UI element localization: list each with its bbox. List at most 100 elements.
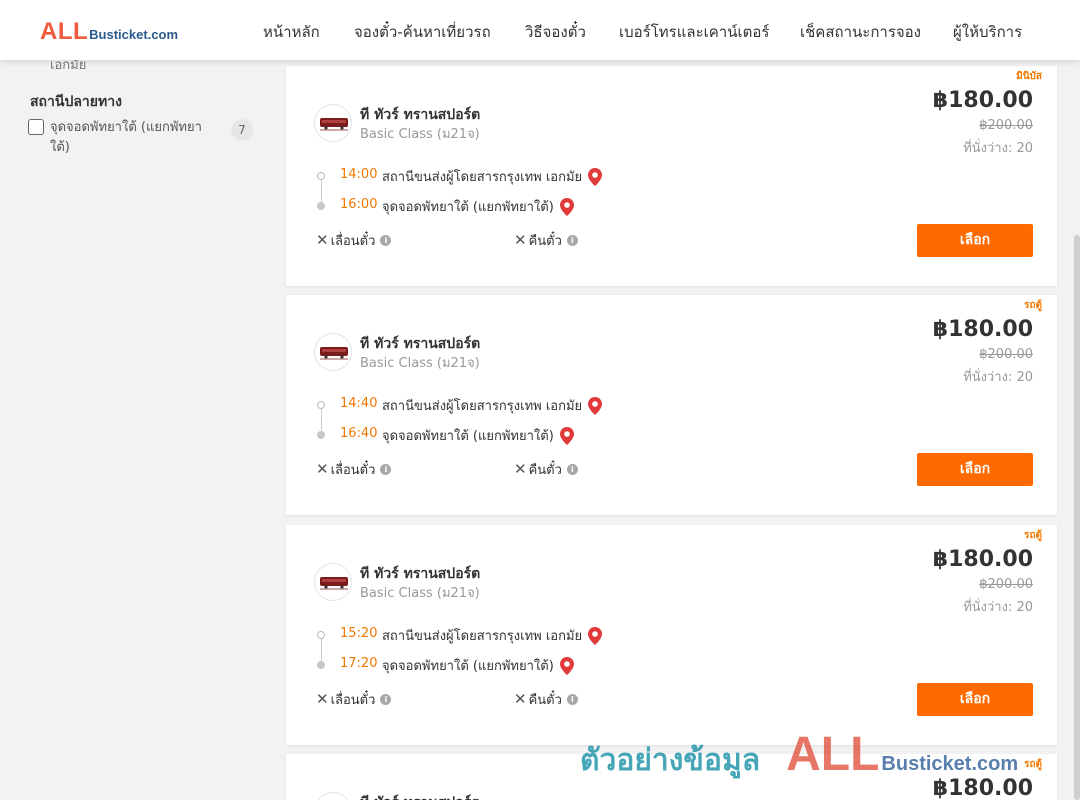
vehicle-type-badge: รถตู้ <box>1024 300 1042 311</box>
timeline-line <box>321 409 322 431</box>
info-icon[interactable]: i <box>566 694 578 705</box>
vehicle-type-badge: รถตู้ <box>1024 530 1042 541</box>
timeline-line <box>321 639 322 661</box>
nav-how-to-book[interactable]: วิธีจองตั๋ว <box>525 20 586 44</box>
map-pin-icon[interactable] <box>588 167 603 186</box>
arrival-time: 16:00 <box>340 197 378 212</box>
watermark-logo-rest: Busticket.com <box>881 753 1019 775</box>
timeline-start-dot <box>317 401 325 409</box>
destination-filter-title: สถานีปลายทาง <box>30 94 122 110</box>
reschedule-label: เลื่อนตั๋ว <box>330 234 376 249</box>
info-icon[interactable]: i <box>380 464 392 475</box>
nav-operators[interactable]: ผู้ให้บริการ <box>953 20 1022 44</box>
ticket-price: ฿180.00 <box>932 88 1033 113</box>
info-icon[interactable]: i <box>380 235 392 246</box>
ticket-price: ฿180.00 <box>932 547 1033 572</box>
refund-option: ✕ คืนตั๋ว i <box>514 689 578 710</box>
sample-watermark: ตัวอย่างข้อมูล ALL Busticket.com <box>580 727 1018 784</box>
timeline-end-dot <box>317 661 325 669</box>
x-icon: ✕ <box>316 460 329 478</box>
map-pin-icon[interactable] <box>559 197 574 216</box>
site-header: ALL Busticket.com หน้าหลัก จองตั๋ว-ค้นหา… <box>0 0 1080 60</box>
destination-filter-label[interactable]: จุดจอดพัทยาใต้ (แยกพัทยาใต้) <box>50 118 220 158</box>
nav-book-ticket[interactable]: จองตั๋ว-ค้นหาเที่ยวรถ <box>354 20 491 44</box>
watermark-text: ตัวอย่างข้อมูล <box>580 743 761 778</box>
ticket-price: ฿180.00 <box>932 317 1033 342</box>
x-icon: ✕ <box>316 690 329 708</box>
timeline-start-dot <box>317 631 325 639</box>
arrival-stop: จุดจอดพัทยาใต้ (แยกพัทยาใต้) <box>382 425 574 446</box>
refund-option: ✕ คืนตั๋ว i <box>514 230 578 251</box>
x-icon: ✕ <box>514 460 527 478</box>
departure-time: 14:40 <box>340 396 378 411</box>
arrival-stop: จุดจอดพัทยาใต้ (แยกพัทยาใต้) <box>382 196 574 217</box>
nav-contact-counter[interactable]: เบอร์โทรและเคาน์เตอร์ <box>619 20 769 44</box>
bus-icon <box>314 563 352 601</box>
watermark-logo-all: ALL <box>786 728 880 781</box>
vehicle-type-badge: มินิบัส <box>1016 71 1042 82</box>
map-pin-icon[interactable] <box>588 396 603 415</box>
destination-filter-count: 7 <box>231 119 253 141</box>
trip-card: มินิบัส ที ทัวร์ ทรานสปอร์ต Basic Class … <box>286 66 1057 286</box>
seats-available: ที่นั่งว่าง: 20 <box>963 141 1033 156</box>
timeline-line <box>321 180 322 202</box>
departure-stop-label: สถานีขนส่งผู้โดยสารกรุงเทพ เอกมัย <box>382 629 583 644</box>
refund-option: ✕ คืนตั๋ว i <box>514 459 578 480</box>
original-price: ฿200.00 <box>979 577 1033 592</box>
page-scrollbar[interactable] <box>1074 235 1080 800</box>
arrival-time: 17:20 <box>340 656 378 671</box>
reschedule-label: เลื่อนตั๋ว <box>330 463 376 478</box>
trip-card: รถตู้ ที ทัวร์ ทรานสปอร์ต Basic Class (ม… <box>286 295 1057 515</box>
timeline-start-dot <box>317 172 325 180</box>
x-icon: ✕ <box>316 231 329 249</box>
seats-available: ที่นั่งว่าง: 20 <box>963 600 1033 615</box>
trip-card: รถตู้ ที ทัวร์ ทรานสปอร์ต Basic Class (ม… <box>286 525 1057 745</box>
operator-name: ที ทัวร์ ทรานสปอร์ต <box>360 792 480 800</box>
refund-label: คืนตั๋ว <box>528 463 562 478</box>
nav-home[interactable]: หน้าหลัก <box>263 20 320 44</box>
refund-label: คืนตั๋ว <box>528 693 562 708</box>
map-pin-icon[interactable] <box>559 426 574 445</box>
reschedule-option: ✕ เลื่อนตั๋ว i <box>316 689 392 710</box>
refund-label: คืนตั๋ว <box>528 234 562 249</box>
select-trip-button[interactable]: เลือก <box>917 453 1033 486</box>
departure-stop: สถานีขนส่งผู้โดยสารกรุงเทพ เอกมัย <box>382 625 603 646</box>
original-price: ฿200.00 <box>979 347 1033 362</box>
bus-icon <box>314 333 352 371</box>
seats-available: ที่นั่งว่าง: 20 <box>963 370 1033 385</box>
info-icon[interactable]: i <box>566 464 578 475</box>
select-trip-button[interactable]: เลือก <box>917 683 1033 716</box>
arrival-stop-label: จุดจอดพัทยาใต้ (แยกพัทยาใต้) <box>382 429 554 444</box>
reschedule-option: ✕ เลื่อนตั๋ว i <box>316 459 392 480</box>
departure-stop: สถานีขนส่งผู้โดยสารกรุงเทพ เอกมัย <box>382 166 603 187</box>
bus-icon <box>314 792 352 800</box>
map-pin-icon[interactable] <box>588 626 603 645</box>
bus-icon <box>314 104 352 142</box>
reschedule-label: เลื่อนตั๋ว <box>330 693 376 708</box>
x-icon: ✕ <box>514 690 527 708</box>
map-pin-icon[interactable] <box>559 656 574 675</box>
bus-class: Basic Class (ม21จ) <box>360 127 480 142</box>
info-icon[interactable]: i <box>566 235 578 246</box>
vehicle-type-badge: รถตู้ <box>1024 759 1042 770</box>
timeline-end-dot <box>317 431 325 439</box>
timeline-end-dot <box>317 202 325 210</box>
main-nav: หน้าหลัก จองตั๋ว-ค้นหาเที่ยวรถ วิธีจองตั… <box>0 20 1080 44</box>
bus-class: Basic Class (ม21จ) <box>360 356 480 371</box>
nav-check-status[interactable]: เช็คสถานะการจอง <box>800 20 921 44</box>
departure-stop: สถานีขนส่งผู้โดยสารกรุงเทพ เอกมัย <box>382 395 603 416</box>
arrival-stop: จุดจอดพัทยาใต้ (แยกพัทยาใต้) <box>382 655 574 676</box>
bus-class: Basic Class (ม21จ) <box>360 586 480 601</box>
departure-stop-label: สถานีขนส่งผู้โดยสารกรุงเทพ เอกมัย <box>382 399 583 414</box>
arrival-stop-label: จุดจอดพัทยาใต้ (แยกพัทยาใต้) <box>382 200 554 215</box>
departure-time: 14:00 <box>340 167 378 182</box>
arrival-stop-label: จุดจอดพัทยาใต้ (แยกพัทยาใต้) <box>382 659 554 674</box>
reschedule-option: ✕ เลื่อนตั๋ว i <box>316 230 392 251</box>
departure-stop-label: สถานีขนส่งผู้โดยสารกรุงเทพ เอกมัย <box>382 170 583 185</box>
arrival-time: 16:40 <box>340 426 378 441</box>
checkbox-icon[interactable] <box>28 119 44 135</box>
x-icon: ✕ <box>514 231 527 249</box>
info-icon[interactable]: i <box>380 694 392 705</box>
original-price: ฿200.00 <box>979 118 1033 133</box>
select-trip-button[interactable]: เลือก <box>917 224 1033 257</box>
